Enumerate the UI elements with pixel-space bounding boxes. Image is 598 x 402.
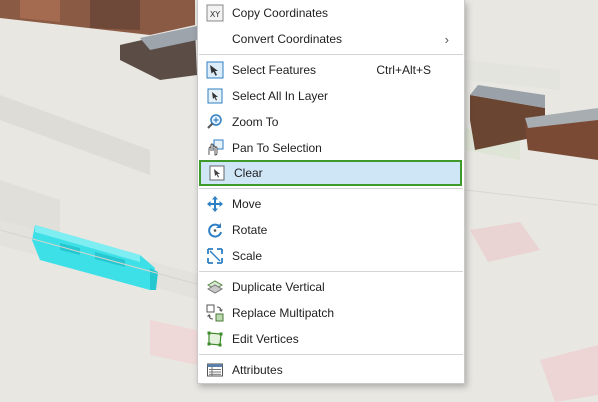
replace-multipatch-icon <box>206 304 224 322</box>
menu-item-label: Attributes <box>232 363 283 377</box>
menu-item-label: Edit Vertices <box>232 332 299 346</box>
copy-coordinates-icon: XY <box>206 4 224 22</box>
zoom-to-icon <box>206 113 224 131</box>
menu-item-duplicate-vertical[interactable]: Duplicate Vertical <box>199 274 463 300</box>
menu-item-rotate[interactable]: Rotate <box>199 217 463 243</box>
context-menu: XY Copy Coordinates Convert Coordinates … <box>197 0 465 384</box>
menu-separator <box>199 54 463 55</box>
clear-selection-icon <box>208 164 226 182</box>
pan-to-selection-icon <box>206 139 224 157</box>
menu-item-attributes[interactable]: Attributes <box>199 357 463 383</box>
menu-item-convert-coordinates[interactable]: Convert Coordinates › <box>199 26 463 52</box>
menu-item-label: Copy Coordinates <box>232 6 329 20</box>
menu-item-label: Replace Multipatch <box>232 306 335 320</box>
menu-item-label: Move <box>232 197 262 211</box>
menu-item-scale[interactable]: Scale <box>199 243 463 269</box>
menu-separator <box>199 354 463 355</box>
menu-item-label: Pan To Selection <box>232 141 322 155</box>
menu-item-pan-to-selection[interactable]: Pan To Selection <box>199 135 463 161</box>
shortcut-label: Ctrl+Alt+S <box>376 63 431 77</box>
menu-item-select-all-in-layer[interactable]: Select All In Layer <box>199 83 463 109</box>
rotate-icon <box>206 221 224 239</box>
menu-item-label: Duplicate Vertical <box>232 280 325 294</box>
menu-item-label: Select All In Layer <box>232 89 329 103</box>
menu-item-move[interactable]: Move <box>199 191 463 217</box>
select-features-icon <box>206 61 224 79</box>
duplicate-vertical-icon <box>206 278 224 296</box>
edit-vertices-icon <box>206 330 224 348</box>
menu-separator <box>199 271 463 272</box>
menu-item-zoom-to[interactable]: Zoom To <box>199 109 463 135</box>
menu-item-label: Select Features <box>232 63 317 77</box>
chevron-right-icon: › <box>444 31 449 47</box>
menu-item-edit-vertices[interactable]: Edit Vertices <box>199 326 463 352</box>
attributes-icon <box>206 361 224 379</box>
menu-item-select-features[interactable]: Select Features Ctrl+Alt+S <box>199 57 463 83</box>
svg-text:XY: XY <box>210 10 220 19</box>
menu-item-replace-multipatch[interactable]: Replace Multipatch <box>199 300 463 326</box>
select-all-layer-icon <box>206 87 224 105</box>
menu-separator <box>199 188 463 189</box>
menu-item-copy-coordinates[interactable]: XY Copy Coordinates <box>199 0 463 26</box>
menu-item-label: Scale <box>232 249 263 263</box>
menu-item-clear[interactable]: Clear <box>199 160 462 186</box>
menu-item-label: Zoom To <box>232 115 279 129</box>
menu-item-label: Rotate <box>232 223 268 237</box>
menu-item-label: Clear <box>234 166 263 180</box>
menu-item-label: Convert Coordinates <box>232 32 343 46</box>
scale-icon <box>206 247 224 265</box>
move-icon <box>206 195 224 213</box>
